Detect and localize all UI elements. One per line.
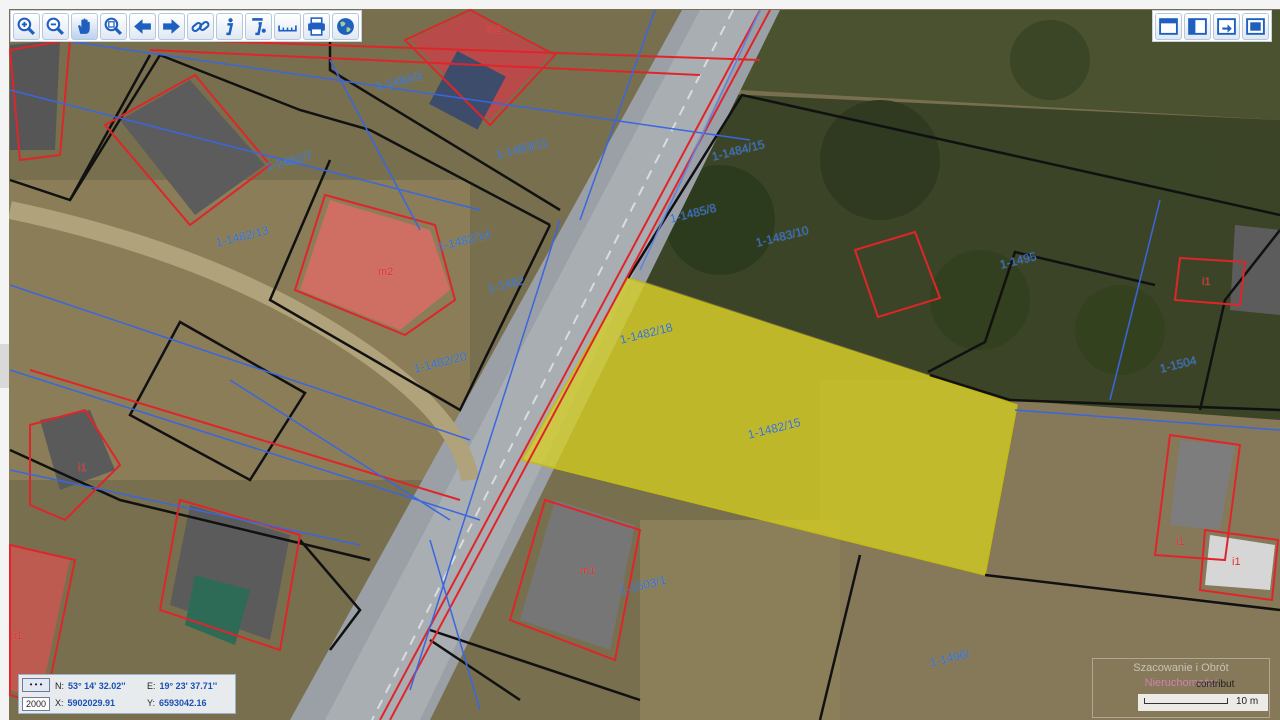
next-view-button[interactable] bbox=[158, 13, 185, 40]
e-coordinate: E: 19° 23' 37.71'' bbox=[147, 681, 218, 691]
map-toolbar bbox=[10, 10, 362, 42]
zoom-out-button[interactable] bbox=[42, 13, 69, 40]
lawn-area bbox=[640, 520, 840, 720]
scale-input[interactable]: 2000 bbox=[22, 697, 50, 711]
globe-button[interactable] bbox=[332, 13, 359, 40]
zoom-box-icon bbox=[104, 17, 122, 35]
zoom-in-icon bbox=[17, 17, 35, 35]
print-button[interactable] bbox=[303, 13, 330, 40]
link-button[interactable] bbox=[187, 13, 214, 40]
previous-view-button[interactable] bbox=[129, 13, 156, 40]
layout-left-button[interactable] bbox=[1184, 13, 1211, 40]
building-label: i1 bbox=[1202, 276, 1211, 288]
building-label: m1 bbox=[580, 565, 596, 577]
watermark-line-2: Nieruchomości bbox=[1144, 677, 1218, 689]
pan-button[interactable] bbox=[71, 13, 98, 40]
layout-export-button[interactable] bbox=[1213, 13, 1240, 40]
building-label: i1 bbox=[1232, 556, 1241, 568]
scale-bar-line bbox=[1144, 698, 1228, 704]
layout-top-icon bbox=[1159, 18, 1178, 35]
scale-bar: 10 m bbox=[1138, 694, 1268, 711]
back-arrow-icon bbox=[134, 19, 151, 34]
map-viewport[interactable]: 1-1483/3 1-1483/11 1-1482/7 1-1482/13 1-… bbox=[0, 0, 1280, 720]
measure-button[interactable] bbox=[274, 13, 301, 40]
building-label: i1 bbox=[1176, 536, 1185, 548]
scale-selector-button[interactable]: • • • bbox=[22, 678, 50, 692]
side-panel-handle[interactable] bbox=[0, 344, 9, 388]
layout-left-icon bbox=[1188, 18, 1207, 35]
building-label: i1 bbox=[78, 462, 87, 474]
identify-button[interactable] bbox=[245, 13, 272, 40]
attribution-text[interactable]: contribut bbox=[1196, 679, 1234, 690]
info-button[interactable] bbox=[216, 13, 243, 40]
globe-icon bbox=[337, 18, 354, 35]
layout-export-icon bbox=[1217, 18, 1236, 35]
scale-bar-label: 10 m bbox=[1236, 696, 1259, 707]
layout-full-button[interactable] bbox=[1242, 13, 1269, 40]
watermark-line-1: Szacowanie i Obrót bbox=[1133, 662, 1229, 674]
building-label: m2 bbox=[486, 24, 502, 36]
x-coordinate: X: 5902029.91 bbox=[55, 698, 116, 708]
building-label: i1 bbox=[14, 630, 23, 642]
layout-full-icon bbox=[1246, 18, 1265, 35]
link-icon bbox=[191, 20, 210, 33]
n-coordinate: N: 53° 14' 32.02'' bbox=[55, 681, 126, 691]
forward-arrow-icon bbox=[163, 19, 180, 34]
zoom-box-button[interactable] bbox=[100, 13, 127, 40]
coordinate-panel: • • • 2000 N: 53° 14' 32.02'' E: 19° 23' 3… bbox=[18, 674, 236, 714]
zoom-in-button[interactable] bbox=[13, 13, 40, 40]
aerial-map[interactable] bbox=[0, 0, 1280, 720]
layout-toolbar bbox=[1152, 10, 1272, 42]
info-query-icon bbox=[252, 18, 266, 36]
building-label: m2 bbox=[378, 266, 394, 278]
measure-icon bbox=[278, 25, 297, 32]
y-coordinate: Y: 6593042.16 bbox=[147, 698, 207, 708]
pan-hand-icon bbox=[78, 18, 90, 34]
map-frame-top bbox=[0, 0, 1280, 9]
layout-top-button[interactable] bbox=[1155, 13, 1182, 40]
print-icon bbox=[308, 17, 325, 36]
zoom-out-icon bbox=[46, 17, 64, 35]
info-icon bbox=[226, 18, 234, 36]
